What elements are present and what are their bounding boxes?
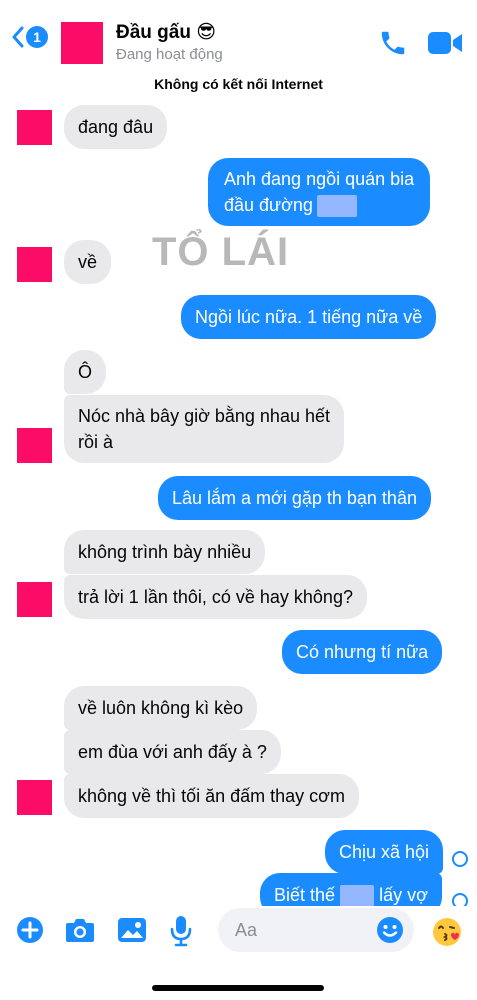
photo-gallery-icon[interactable] <box>117 917 147 943</box>
contact-avatar-small <box>17 780 52 815</box>
microphone-icon[interactable] <box>170 915 192 947</box>
chevron-left-icon <box>12 26 24 48</box>
back-button[interactable]: 1 <box>12 26 48 48</box>
message-input[interactable]: Aa <box>218 908 414 952</box>
camera-icon[interactable] <box>65 917 95 943</box>
contact-avatar-small <box>17 110 52 145</box>
contact-avatar-small <box>17 247 52 282</box>
message-incoming[interactable]: trả lời 1 lần thôi, có về hay không? <box>64 575 367 619</box>
connection-banner: Không có kết nối Internet <box>154 76 323 92</box>
message-incoming[interactable]: em đùa với anh đấy à ? <box>64 730 281 774</box>
redacted-blur <box>316 195 357 218</box>
message-input-placeholder: Aa <box>235 920 258 940</box>
unread-badge: 1 <box>26 26 48 48</box>
contact-name[interactable]: Đầu gấu 😎 <box>116 21 216 44</box>
active-status: Đang hoạt động <box>116 46 223 63</box>
message-outgoing[interactable]: Lâu lắm a mới gặp th bạn thân <box>158 476 431 520</box>
message-outgoing[interactable]: Chịu xã hội <box>325 830 444 874</box>
home-indicator <box>152 985 324 991</box>
watermark-logo: TỔ LÁI <box>152 224 288 280</box>
message-incoming[interactable]: Ô <box>64 350 107 394</box>
plus-circle-icon[interactable] <box>16 916 44 944</box>
contact-avatar[interactable] <box>61 22 103 64</box>
message-incoming[interactable]: Nóc nhà bây giờ bằng nhau hết rồi à <box>64 395 344 463</box>
message-incoming[interactable]: về luôn không kì kèo <box>64 686 258 730</box>
message-incoming[interactable]: không về thì tối ăn đấm thay cơm <box>64 774 359 818</box>
kiss-emoji-icon[interactable] <box>431 916 463 948</box>
phone-icon[interactable] <box>378 28 408 58</box>
message-outgoing[interactable]: Có nhưng tí nữa <box>282 630 443 674</box>
message-incoming[interactable]: không trình bày nhiều <box>64 530 266 574</box>
contact-avatar-small <box>17 582 52 617</box>
redacted-blur <box>340 885 375 908</box>
message-outgoing[interactable]: Anh đang ngồi quán bia đầu đường <box>208 158 431 226</box>
contact-avatar-small <box>17 428 52 463</box>
watermark-text: TỔ LÁI <box>152 230 290 274</box>
conversation-header: 1 Đầu gấu 😎 Đang hoạt động <box>0 0 477 72</box>
message-incoming[interactable]: về <box>64 240 112 284</box>
message-outgoing[interactable]: Ngồi lúc nữa. 1 tiếng nữa về <box>181 295 437 339</box>
emoji-icon[interactable] <box>376 916 404 944</box>
message-incoming[interactable]: đang đâu <box>64 105 168 149</box>
video-camera-icon[interactable] <box>428 30 462 56</box>
read-receipt-icon <box>452 851 468 867</box>
